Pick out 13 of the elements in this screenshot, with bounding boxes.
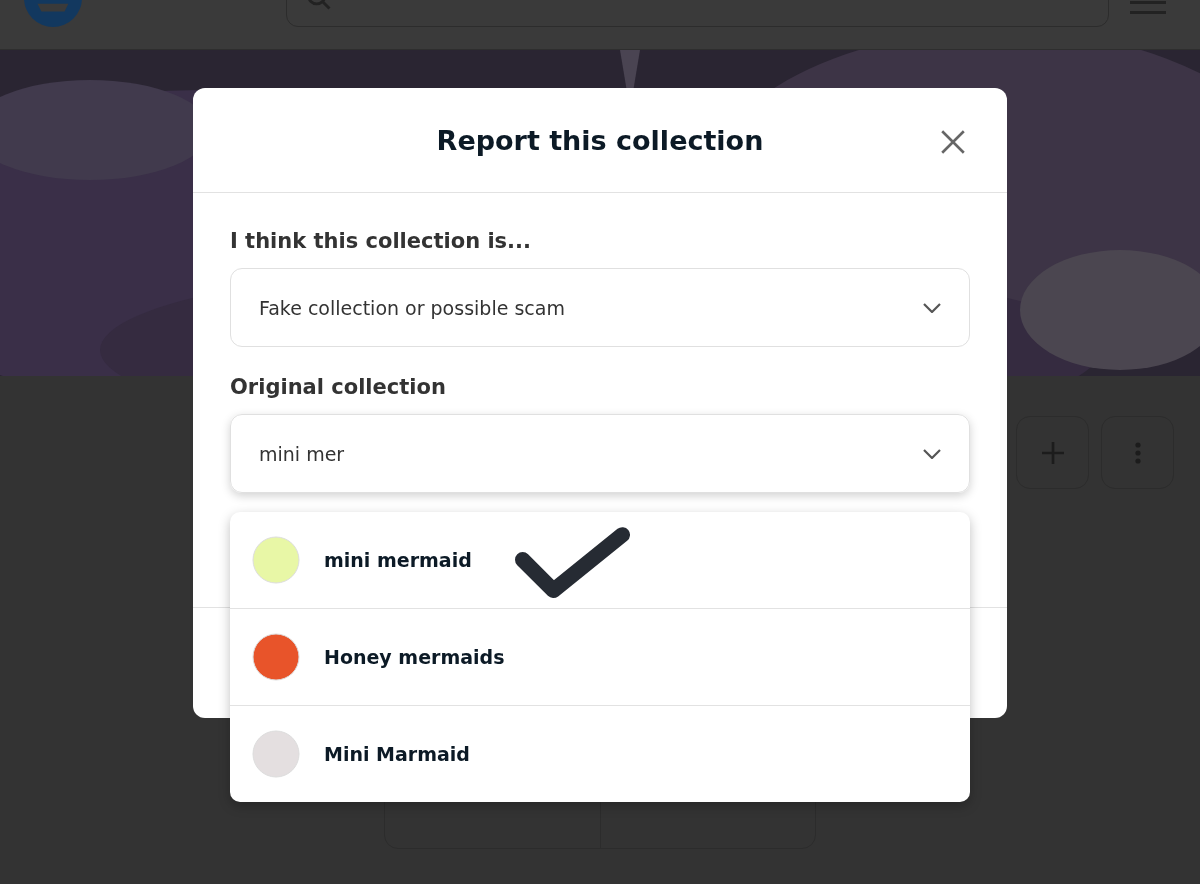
suggestion-item[interactable]: Mini Marmaid (230, 705, 970, 802)
close-button[interactable] (939, 128, 967, 156)
close-icon (941, 130, 965, 154)
field-label: I think this collection is... (230, 229, 533, 253)
search-field[interactable]: mini mer (230, 414, 970, 493)
chevron-icon (923, 302, 941, 313)
chevron-icon (923, 448, 941, 459)
field-label: Original collection (230, 375, 447, 399)
suggestion-item[interactable]: mini mermaid (230, 512, 970, 608)
dialog-title: Report this collection (436, 124, 764, 156)
suggestion-item[interactable]: Honey mermaids (230, 608, 970, 705)
menu-icon[interactable] (1130, 1, 1166, 15)
dropdown-select[interactable]: Fake collection or possible scam (230, 268, 970, 347)
